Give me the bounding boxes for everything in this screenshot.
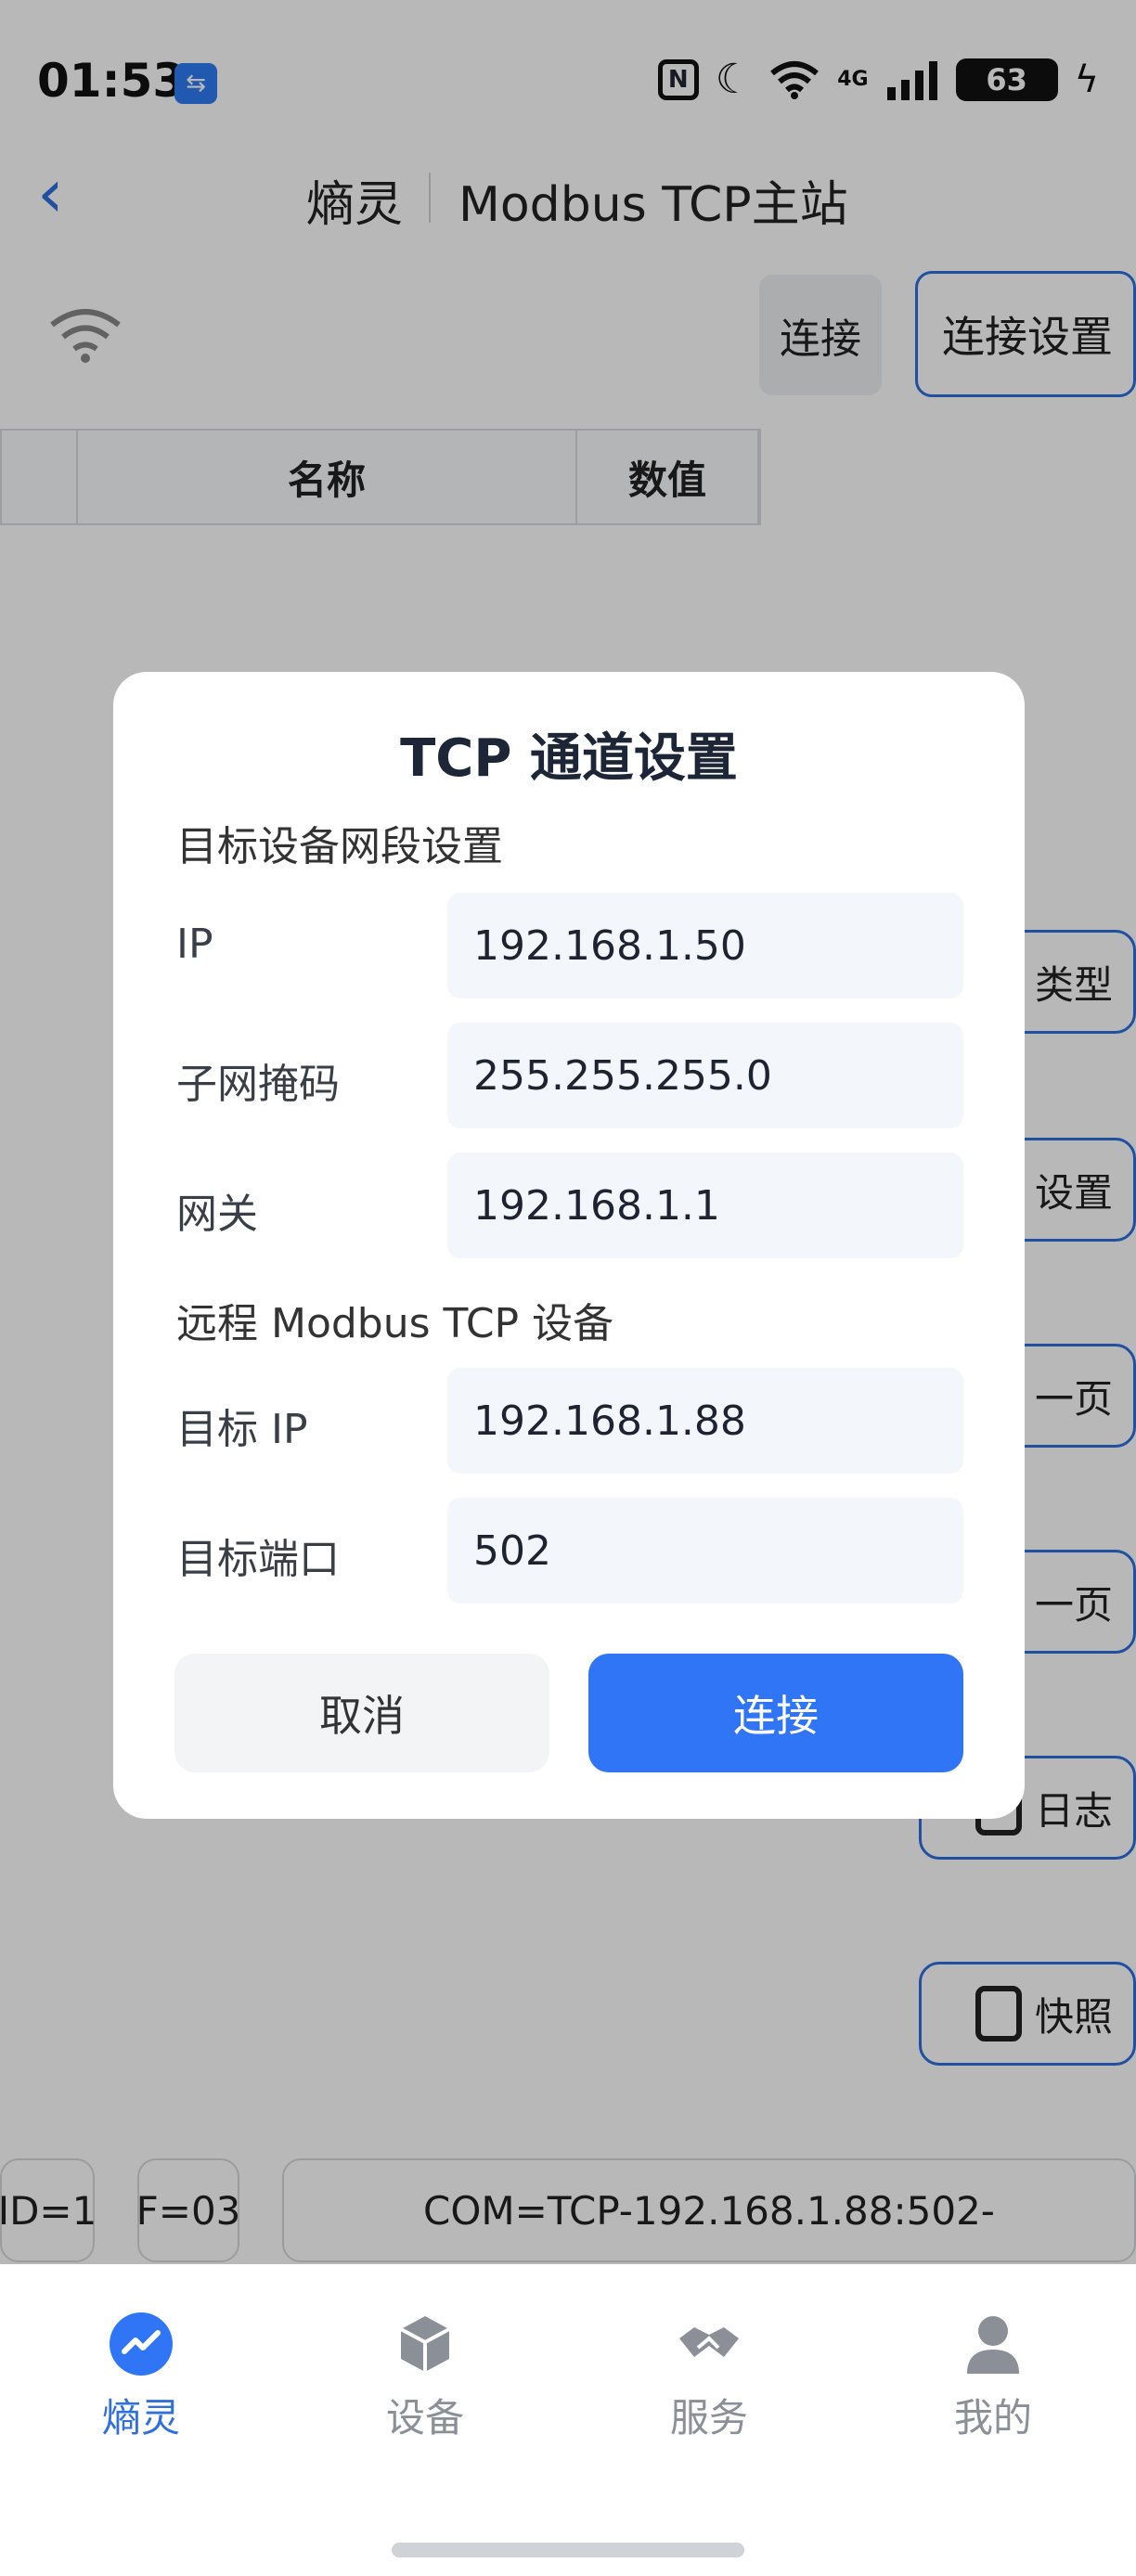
tab-label: 我的 bbox=[953, 2395, 1032, 2441]
gateway-input[interactable]: 192.168.1.1 bbox=[447, 1153, 963, 1258]
dialog-connect-button[interactable]: 连接 bbox=[588, 1654, 963, 1772]
target-ip-label: 目标 IP bbox=[176, 1406, 308, 1453]
handshake-icon bbox=[679, 2327, 739, 2357]
subnet-mask-label: 子网掩码 bbox=[176, 1061, 340, 1108]
cube-icon bbox=[400, 2316, 450, 2372]
tab-profile[interactable]: 我的 bbox=[900, 2311, 1086, 2443]
dialog-title: TCP 通道设置 bbox=[400, 728, 738, 789]
tab-entropy[interactable]: 熵灵 bbox=[48, 2311, 234, 2443]
section-remote-title: 远程 Modbus TCP 设备 bbox=[176, 1300, 614, 1347]
tcp-settings-dialog: TCP 通道设置 目标设备网段设置 IP 192.168.1.50 子网掩码 2… bbox=[113, 672, 1025, 1819]
tab-devices[interactable]: 设备 bbox=[332, 2311, 518, 2443]
target-port-label: 目标端口 bbox=[176, 1536, 340, 1583]
gateway-label: 网关 bbox=[176, 1191, 258, 1238]
cancel-button[interactable]: 取消 bbox=[174, 1654, 549, 1772]
tab-services[interactable]: 服务 bbox=[616, 2311, 802, 2443]
target-ip-input[interactable]: 192.168.1.88 bbox=[447, 1368, 963, 1474]
target-port-input[interactable]: 502 bbox=[447, 1498, 963, 1604]
home-indicator[interactable] bbox=[392, 2543, 744, 2557]
section-network-title: 目标设备网段设置 bbox=[176, 823, 503, 870]
ip-label: IP bbox=[176, 921, 213, 968]
tab-label: 服务 bbox=[669, 2395, 748, 2441]
tab-label: 熵灵 bbox=[101, 2395, 180, 2441]
tab-label: 设备 bbox=[385, 2395, 464, 2441]
ip-input[interactable]: 192.168.1.50 bbox=[447, 893, 963, 998]
user-icon bbox=[967, 2316, 1019, 2374]
subnet-mask-input[interactable]: 255.255.255.0 bbox=[447, 1023, 963, 1128]
chart-icon bbox=[110, 2312, 173, 2376]
